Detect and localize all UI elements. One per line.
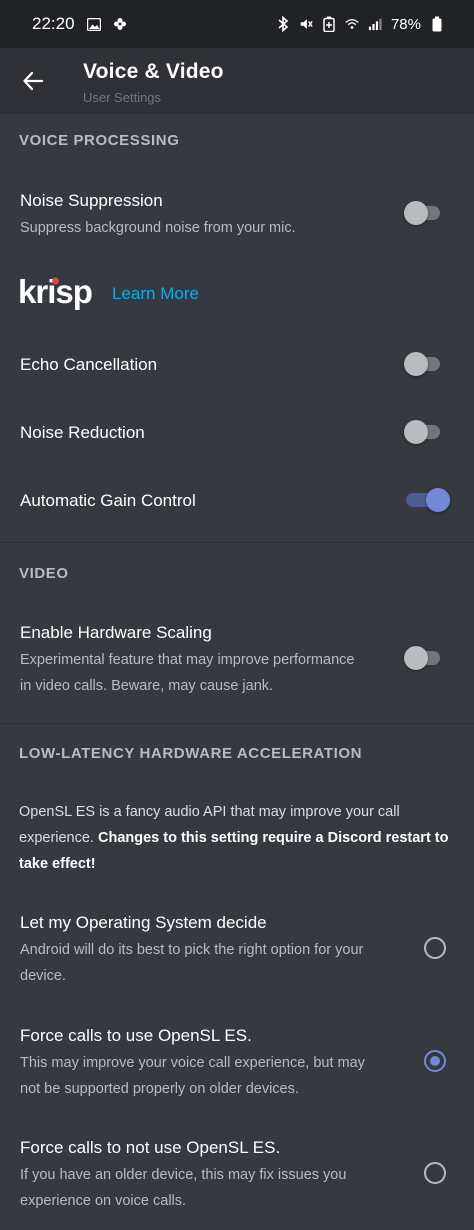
arrow-left-icon <box>23 71 44 91</box>
noise-suppression-title: Noise Suppression <box>20 191 163 210</box>
page-subtitle: User Settings <box>83 90 162 105</box>
status-time: 22:20 <box>32 14 75 33</box>
hardware-scaling-toggle[interactable] <box>404 646 442 670</box>
echo-cancellation-title: Echo Cancellation <box>20 355 158 374</box>
option-desc-line1: If you have an older device, this may fi… <box>20 1167 347 1183</box>
option-desc-line1: This may improve your voice call experie… <box>20 1055 365 1071</box>
echo-cancellation-toggle[interactable] <box>404 352 442 376</box>
signal-icon <box>368 17 382 31</box>
radio-button-os-decide[interactable] <box>424 937 446 959</box>
option-title: Force calls to not use OpenSL ES. <box>20 1138 281 1157</box>
opensl-description: OpenSL ES is a fancy audio API that may … <box>19 799 455 877</box>
battery-saver-icon <box>322 16 336 32</box>
option-desc-line1: Android will do its best to pick the rig… <box>20 942 364 958</box>
battery-percent: 78% <box>390 15 421 33</box>
back-button[interactable] <box>18 66 48 96</box>
section-header-voice-processing: VOICE PROCESSING <box>19 132 180 149</box>
noise-reduction-title: Noise Reduction <box>20 423 145 442</box>
option-desc-line2: not be supported properly on older devic… <box>20 1081 299 1097</box>
bluetooth-icon <box>276 16 290 32</box>
noise-reduction-toggle[interactable] <box>404 420 442 444</box>
image-icon <box>86 17 101 31</box>
radio-button-force-no-opensl[interactable] <box>424 1162 446 1184</box>
divider <box>0 542 474 543</box>
section-header-hw-acceleration: LOW-LATENCY HARDWARE ACCELERATION <box>19 745 363 762</box>
learn-more-link[interactable]: Learn More <box>112 284 199 304</box>
section-header-video: VIDEO <box>19 565 69 582</box>
noise-suppression-toggle[interactable] <box>404 201 442 225</box>
automatic-gain-control-title: Automatic Gain Control <box>20 491 196 510</box>
hardware-scaling-title: Enable Hardware Scaling <box>20 623 212 642</box>
app-header: Voice & Video User Settings <box>0 48 474 114</box>
page-title: Voice & Video <box>83 60 224 83</box>
option-title: Force calls to use OpenSL ES. <box>20 1026 252 1045</box>
krisp-logo: krisp <box>18 273 93 310</box>
option-title: Let my Operating System decide <box>20 913 267 932</box>
hardware-scaling-desc-line2: in video calls. Beware, may cause jank. <box>20 678 274 694</box>
automatic-gain-control-toggle[interactable] <box>404 488 450 512</box>
noise-suppression-desc: Suppress background noise from your mic. <box>20 220 296 236</box>
option-desc-line2: experience on voice calls. <box>20 1193 187 1209</box>
wifi-icon <box>345 17 359 31</box>
status-bar: 22:20 78% <box>0 0 474 48</box>
pinwheel-icon <box>113 17 127 31</box>
mute-icon <box>299 17 313 31</box>
hardware-scaling-desc-line1: Experimental feature that may improve pe… <box>20 652 355 668</box>
battery-icon <box>430 16 444 32</box>
divider <box>0 723 474 724</box>
radio-button-force-opensl[interactable] <box>424 1050 446 1072</box>
option-desc-line2: device. <box>20 968 66 984</box>
